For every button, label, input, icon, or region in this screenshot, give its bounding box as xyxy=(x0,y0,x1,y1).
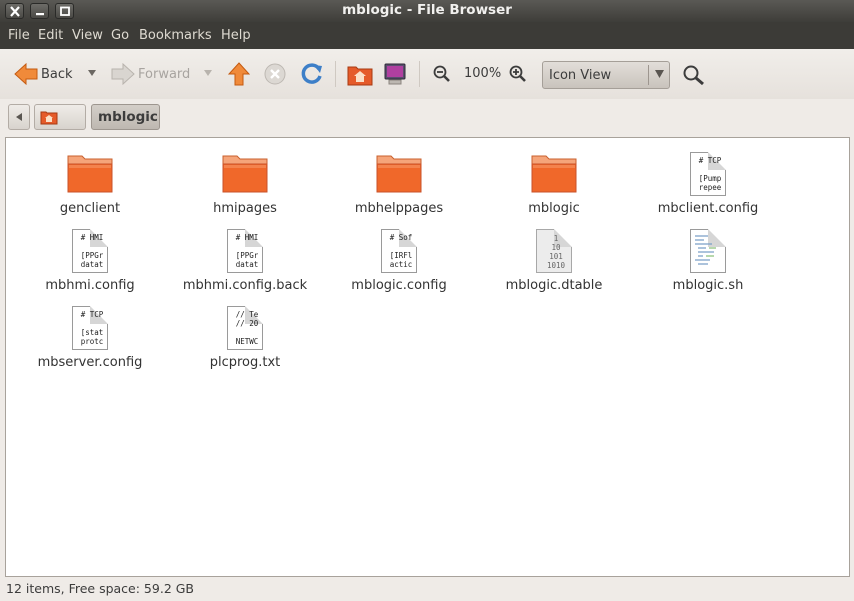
back-button[interactable]: Back xyxy=(14,63,73,85)
path-current-button[interactable]: mblogic xyxy=(91,104,160,130)
file-item-mbhmi-config[interactable]: # HMI [PPGr datat mbhmi.config xyxy=(15,227,165,293)
zoom-in-button[interactable] xyxy=(509,65,527,83)
file-item-mblogic-config[interactable]: # Sof [IRFl actic mblogic.config xyxy=(324,227,474,293)
folder-icon xyxy=(221,150,269,198)
toolbar: Back Forward 100% Icon View xyxy=(0,49,854,99)
file-item-mbhmi-config-back[interactable]: # HMI [PPGr datat mbhmi.config.back xyxy=(170,227,320,293)
menu-help[interactable]: Help xyxy=(221,28,251,43)
folder-icon xyxy=(375,150,423,198)
stop-icon xyxy=(264,63,286,85)
folder-icon xyxy=(530,150,578,198)
zoom-level[interactable]: 100% xyxy=(464,66,501,81)
file-icon-view[interactable]: genclient hmipages mbhelppages mblogic #… xyxy=(5,137,850,577)
menu-bookmarks[interactable]: Bookmarks xyxy=(139,28,212,43)
reload-icon xyxy=(301,63,322,84)
search-icon xyxy=(683,65,704,86)
text-file-icon: # HMI [PPGr datat xyxy=(66,227,114,275)
text-file-icon: # TCP [stat protc xyxy=(66,304,114,352)
menu-edit[interactable]: Edit xyxy=(38,28,63,43)
file-item-mbclient-config[interactable]: # TCP [Pump repee mbclient.config xyxy=(633,150,783,216)
path-home-button[interactable] xyxy=(34,104,86,130)
status-text: 12 items, Free space: 59.2 GB xyxy=(6,581,195,596)
file-item-mblogic[interactable]: mblogic xyxy=(479,150,629,216)
file-item-hmipages[interactable]: hmipages xyxy=(170,150,320,216)
chevron-left-icon xyxy=(16,113,22,121)
reload-button[interactable] xyxy=(300,62,324,86)
computer-icon xyxy=(384,63,406,85)
path-scroll-left-button[interactable] xyxy=(8,104,30,130)
stop-button[interactable] xyxy=(264,63,286,85)
view-mode-select[interactable]: Icon View xyxy=(542,61,670,89)
file-item-mbhelppages[interactable]: mbhelppages xyxy=(324,150,474,216)
file-item-genclient[interactable]: genclient xyxy=(15,150,165,216)
file-item-mblogic-dtable[interactable]: 1 10 101 1010 mblogic.dtable xyxy=(479,227,629,293)
chevron-down-icon xyxy=(204,70,212,76)
menu-file[interactable]: File xyxy=(8,28,30,43)
back-history-dropdown[interactable] xyxy=(87,69,97,77)
menu-bar: File Edit View Go Bookmarks Help xyxy=(0,22,854,49)
script-file-icon xyxy=(684,227,732,275)
window-title: mblogic - File Browser xyxy=(342,2,512,18)
home-folder-icon xyxy=(347,66,373,86)
home-button[interactable] xyxy=(347,62,373,86)
file-item-plcprog-txt[interactable]: // Te // 20 NETWC plcprog.txt xyxy=(170,304,320,370)
path-bar: mblogic xyxy=(0,99,854,136)
toolbar-separator xyxy=(419,61,420,87)
text-file-icon: # Sof [IRFl actic xyxy=(375,227,423,275)
file-item-mblogic-sh[interactable]: mblogic.sh xyxy=(633,227,783,293)
chevron-down-icon xyxy=(88,70,96,76)
zoom-in-icon xyxy=(509,65,526,82)
forward-button[interactable]: Forward xyxy=(111,63,190,85)
chevron-down-icon xyxy=(655,70,664,78)
folder-icon xyxy=(66,150,114,198)
text-file-icon: # TCP [Pump repee xyxy=(684,150,732,198)
home-folder-icon xyxy=(40,111,58,125)
zoom-out-icon xyxy=(433,65,450,82)
status-bar: 12 items, Free space: 59.2 GB xyxy=(0,578,854,601)
text-file-icon: # HMI [PPGr datat xyxy=(221,227,269,275)
forward-history-dropdown[interactable] xyxy=(203,69,213,77)
menu-view[interactable]: View xyxy=(72,28,103,43)
menu-go[interactable]: Go xyxy=(111,28,129,43)
up-arrow-icon xyxy=(228,62,250,86)
back-arrow-icon xyxy=(14,63,38,85)
forward-arrow-icon xyxy=(111,63,135,85)
search-button[interactable] xyxy=(682,64,706,86)
computer-button[interactable] xyxy=(383,62,407,86)
zoom-out-button[interactable] xyxy=(433,65,451,83)
text-file-icon: // Te // 20 NETWC xyxy=(221,304,269,352)
binary-file-icon: 1 10 101 1010 xyxy=(530,227,578,275)
toolbar-separator xyxy=(335,61,336,87)
file-item-mbserver-config[interactable]: # TCP [stat protc mbserver.config xyxy=(15,304,165,370)
up-button[interactable] xyxy=(228,62,250,86)
title-bar: mblogic - File Browser xyxy=(0,0,854,22)
